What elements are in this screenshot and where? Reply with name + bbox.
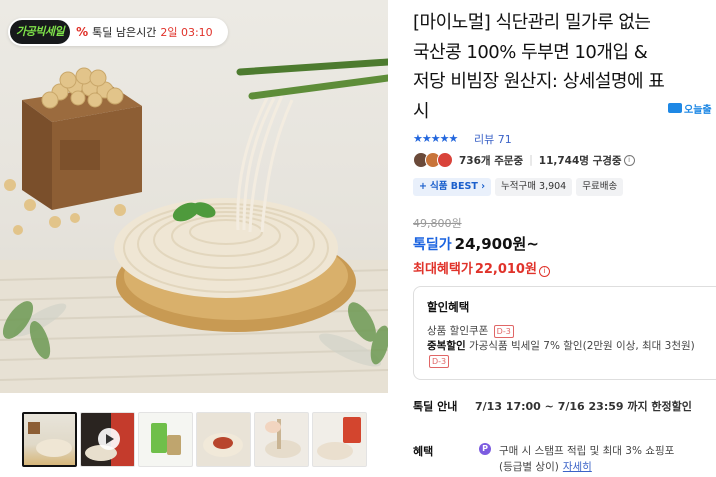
max-benefit-label: 최대혜택가	[413, 262, 473, 277]
sale-price: 24,900원~	[454, 235, 539, 253]
plus-icon: +	[419, 181, 427, 192]
sale-price-row: 톡딜가 24,900원~	[413, 233, 539, 254]
delivery-badge-label: 오늘출	[684, 104, 712, 116]
tag-cumulative: 누적구매 3,904	[495, 178, 573, 196]
thumbnail-strip	[22, 412, 368, 467]
thumbnail-image	[151, 423, 181, 455]
max-benefit-price: 22,010원	[474, 262, 537, 277]
deal-countdown-badge: 가공빅세일 % 톡딜 남은시간 2일 03:10	[8, 18, 228, 46]
coupon-deadline-tag: D-3	[493, 324, 514, 338]
thumbnail-2-video[interactable]	[80, 412, 135, 467]
truck-icon	[668, 103, 682, 113]
rating-stars: ★★★★★	[413, 132, 458, 145]
deal-period: 7/13 17:00 ~ 7/16 23:59 까지 한정할인	[475, 400, 692, 413]
tag-free-shipping: 무료배송	[576, 178, 624, 196]
orders-count: 736개 주문중	[459, 154, 524, 167]
countdown-label: 톡딜 남은시간	[92, 26, 157, 39]
info-icon[interactable]: i	[623, 154, 635, 166]
deal-info-label: 톡딜 안내	[413, 400, 458, 413]
discount-benefit-box: 할인혜택 상품 할인쿠폰 D-3 중복할인 가공식품 빅세일 7% 할인(2만원…	[413, 286, 716, 380]
thumbnail-5[interactable]	[254, 412, 309, 467]
viewers-count: 11,744명 구경중	[538, 154, 622, 167]
stamp-benefit-text: 구매 시 스탬프 적립 및 최대 3% 쇼핑포	[499, 445, 675, 457]
thumbnail-1[interactable]	[22, 412, 77, 467]
sale-price-label: 톡딜가	[413, 237, 452, 253]
thumbnail-image	[317, 417, 361, 460]
thumbnail-4[interactable]	[196, 412, 251, 467]
deal-info-row: 톡딜 안내 7/13 17:00 ~ 7/16 23:59 까지 한정할인	[413, 398, 692, 414]
percent-icon: %	[76, 25, 89, 39]
social-proof-row: 736개 주문중 | 11,744명 구경중 i	[413, 151, 635, 169]
thumbnail-image	[265, 419, 301, 458]
duplicate-discount-line: 중복할인 가공식품 빅세일 7% 할인(2만원 이상, 최대 3천원) D-3	[427, 340, 695, 368]
play-icon	[98, 428, 120, 450]
thumbnail-6[interactable]	[312, 412, 367, 467]
sale-logo: 가공빅세일	[10, 20, 71, 44]
stamp-benefit-note: (등급별 상이) 자세히	[499, 461, 592, 473]
detail-link[interactable]: 자세히	[563, 461, 592, 473]
divider: |	[529, 154, 533, 166]
delivery-badge: 오늘출	[668, 100, 712, 116]
countdown-time: 2일 03:10	[160, 26, 213, 39]
thumbnail-image	[28, 422, 72, 457]
tag-best[interactable]: + 식품 BEST ›	[413, 178, 492, 196]
thumbnail-3[interactable]	[138, 412, 193, 467]
benefit-box-title: 할인혜택	[427, 300, 470, 314]
thumbnail-image	[203, 433, 243, 457]
dup-deadline-tag: D-3	[429, 354, 450, 368]
original-price: 49,800원	[413, 217, 462, 230]
coupon-line: 상품 할인쿠폰 D-3	[427, 323, 514, 338]
benefit-row: 혜택 P 구매 시 스탬프 적립 및 최대 3% 쇼핑포 (등급별 상이) 자세히	[413, 443, 716, 475]
product-tags: + 식품 BEST › 누적구매 3,904 무료배송	[413, 178, 624, 196]
benefit-label: 혜택	[413, 445, 434, 458]
product-hero-image[interactable]: 가공빅세일 % 톡딜 남은시간 2일 03:10	[0, 0, 388, 393]
noodle-dish-illustration	[0, 58, 388, 393]
point-icon: P	[479, 443, 491, 455]
max-benefit-row: 최대혜택가 22,010원 i	[413, 258, 550, 277]
info-icon[interactable]: i	[538, 266, 550, 277]
avatar	[437, 152, 453, 168]
review-link[interactable]: 리뷰 71	[474, 131, 512, 147]
product-title: [마이노멀] 식단관리 밀가루 없는 국산콩 100% 두부면 10개입 & 저…	[413, 12, 665, 122]
